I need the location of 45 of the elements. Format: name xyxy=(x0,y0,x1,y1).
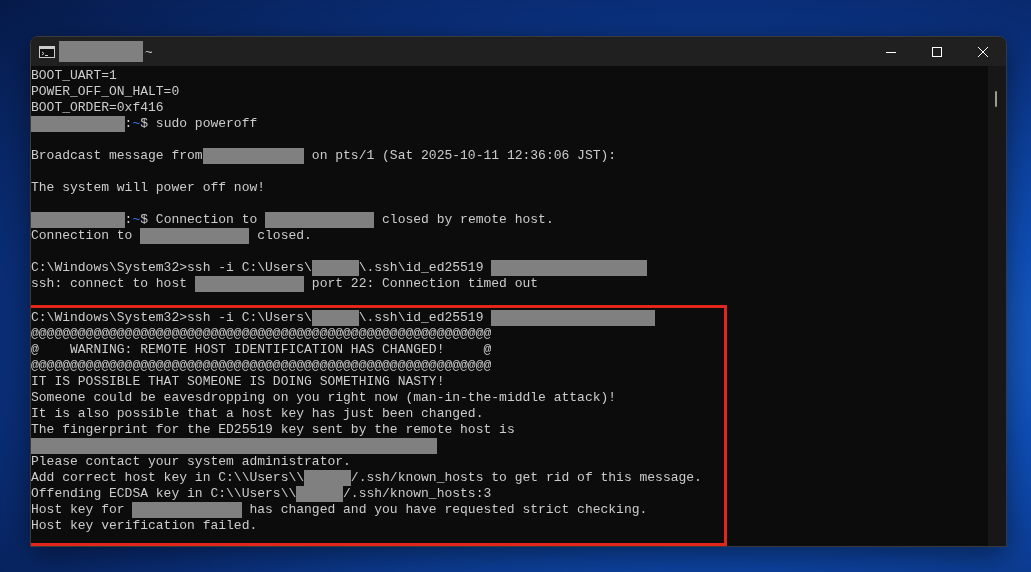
close-icon xyxy=(978,46,988,57)
terminal-text: /.ssh/known_hosts:3 xyxy=(343,486,492,502)
terminal-text: BOOT_ORDER=0xf416 xyxy=(31,100,164,116)
terminal-text: $ sudo poweroff xyxy=(140,116,258,132)
terminal-text: Host key verification failed. xyxy=(31,518,258,534)
terminal-text: \.ssh\id_ed25519 xyxy=(358,310,485,326)
terminal-text: ssh: connect to host xyxy=(31,276,189,292)
terminal-text: IT IS POSSIBLE THAT SOMEONE IS DOING SOMETHING NASTY! xyxy=(31,374,445,390)
terminal-text: POWER_OFF_ON_HALT=0 xyxy=(31,84,180,100)
redaction-block xyxy=(311,310,359,326)
prompt-path: ~ xyxy=(132,116,141,132)
terminal-text: C:\Windows\System32>ssh -i C:\Users\ xyxy=(31,260,312,276)
terminal-text: The fingerprint for the ED25519 key sent by the remote host is xyxy=(31,422,515,438)
terminal-text: Please contact your system administrator. xyxy=(31,454,351,470)
redaction-block xyxy=(296,486,344,502)
terminal-text: Broadcast message from xyxy=(31,148,203,164)
terminal-text: on pts/1 (Sat 2025-10-11 12:36:06 JST): xyxy=(310,148,617,164)
redaction-block xyxy=(304,470,351,486)
terminal-text: closed. xyxy=(256,228,312,244)
terminal-text: has changed and you have requested strict checking. xyxy=(248,502,648,518)
terminal-text: $ Connection to xyxy=(140,212,259,228)
terminal-text: @@@@@@@@@@@@@@@@@@@@@@@@@@@@@@@@@@@@@@@@@@@@@@@@@@@@@@@@@@@ xyxy=(31,358,492,374)
terminal-text: port 22: Connection timed out xyxy=(310,276,539,292)
terminal-text: Offending ECDSA key in C:\\Users\\ xyxy=(31,486,297,502)
scrollbar[interactable] xyxy=(988,66,1006,546)
terminal-icon xyxy=(39,45,55,58)
terminal-text: Host key for xyxy=(31,502,126,518)
redaction-block xyxy=(311,260,359,276)
terminal-text: \.ssh\id_ed25519 xyxy=(358,260,485,276)
terminal-text: @ WARNING: REMOTE HOST IDENTIFICATION HAS CHANGED! @ xyxy=(31,342,492,358)
window-title: ~ xyxy=(145,44,153,59)
maximize-icon xyxy=(932,46,942,57)
terminal-text: Add correct host key in C:\\Users\\ xyxy=(31,470,305,486)
terminal-text: Someone could be eavesdropping on you right now (man-in-the-middle attack)! xyxy=(31,390,617,406)
terminal-text: @@@@@@@@@@@@@@@@@@@@@@@@@@@@@@@@@@@@@@@@@@@@@@@@@@@@@@@@@@@ xyxy=(31,326,492,342)
terminal-text: BOOT_UART=1 xyxy=(31,68,117,84)
terminal-text: C:\Windows\System32>ssh -i C:\Users\ xyxy=(31,310,312,326)
terminal-text: It is also possible that a host key has just been changed. xyxy=(31,406,484,422)
terminal-text: Connection to xyxy=(31,228,134,244)
prompt-path: ~ xyxy=(132,212,141,228)
terminal-text: The system will power off now! xyxy=(31,180,266,196)
terminal-text: : xyxy=(124,212,133,228)
terminal-text: closed by remote host. xyxy=(381,212,554,228)
terminal-text: /.ssh/known_hosts to get rid of this message. xyxy=(350,470,702,486)
terminal-text: : xyxy=(124,116,133,132)
